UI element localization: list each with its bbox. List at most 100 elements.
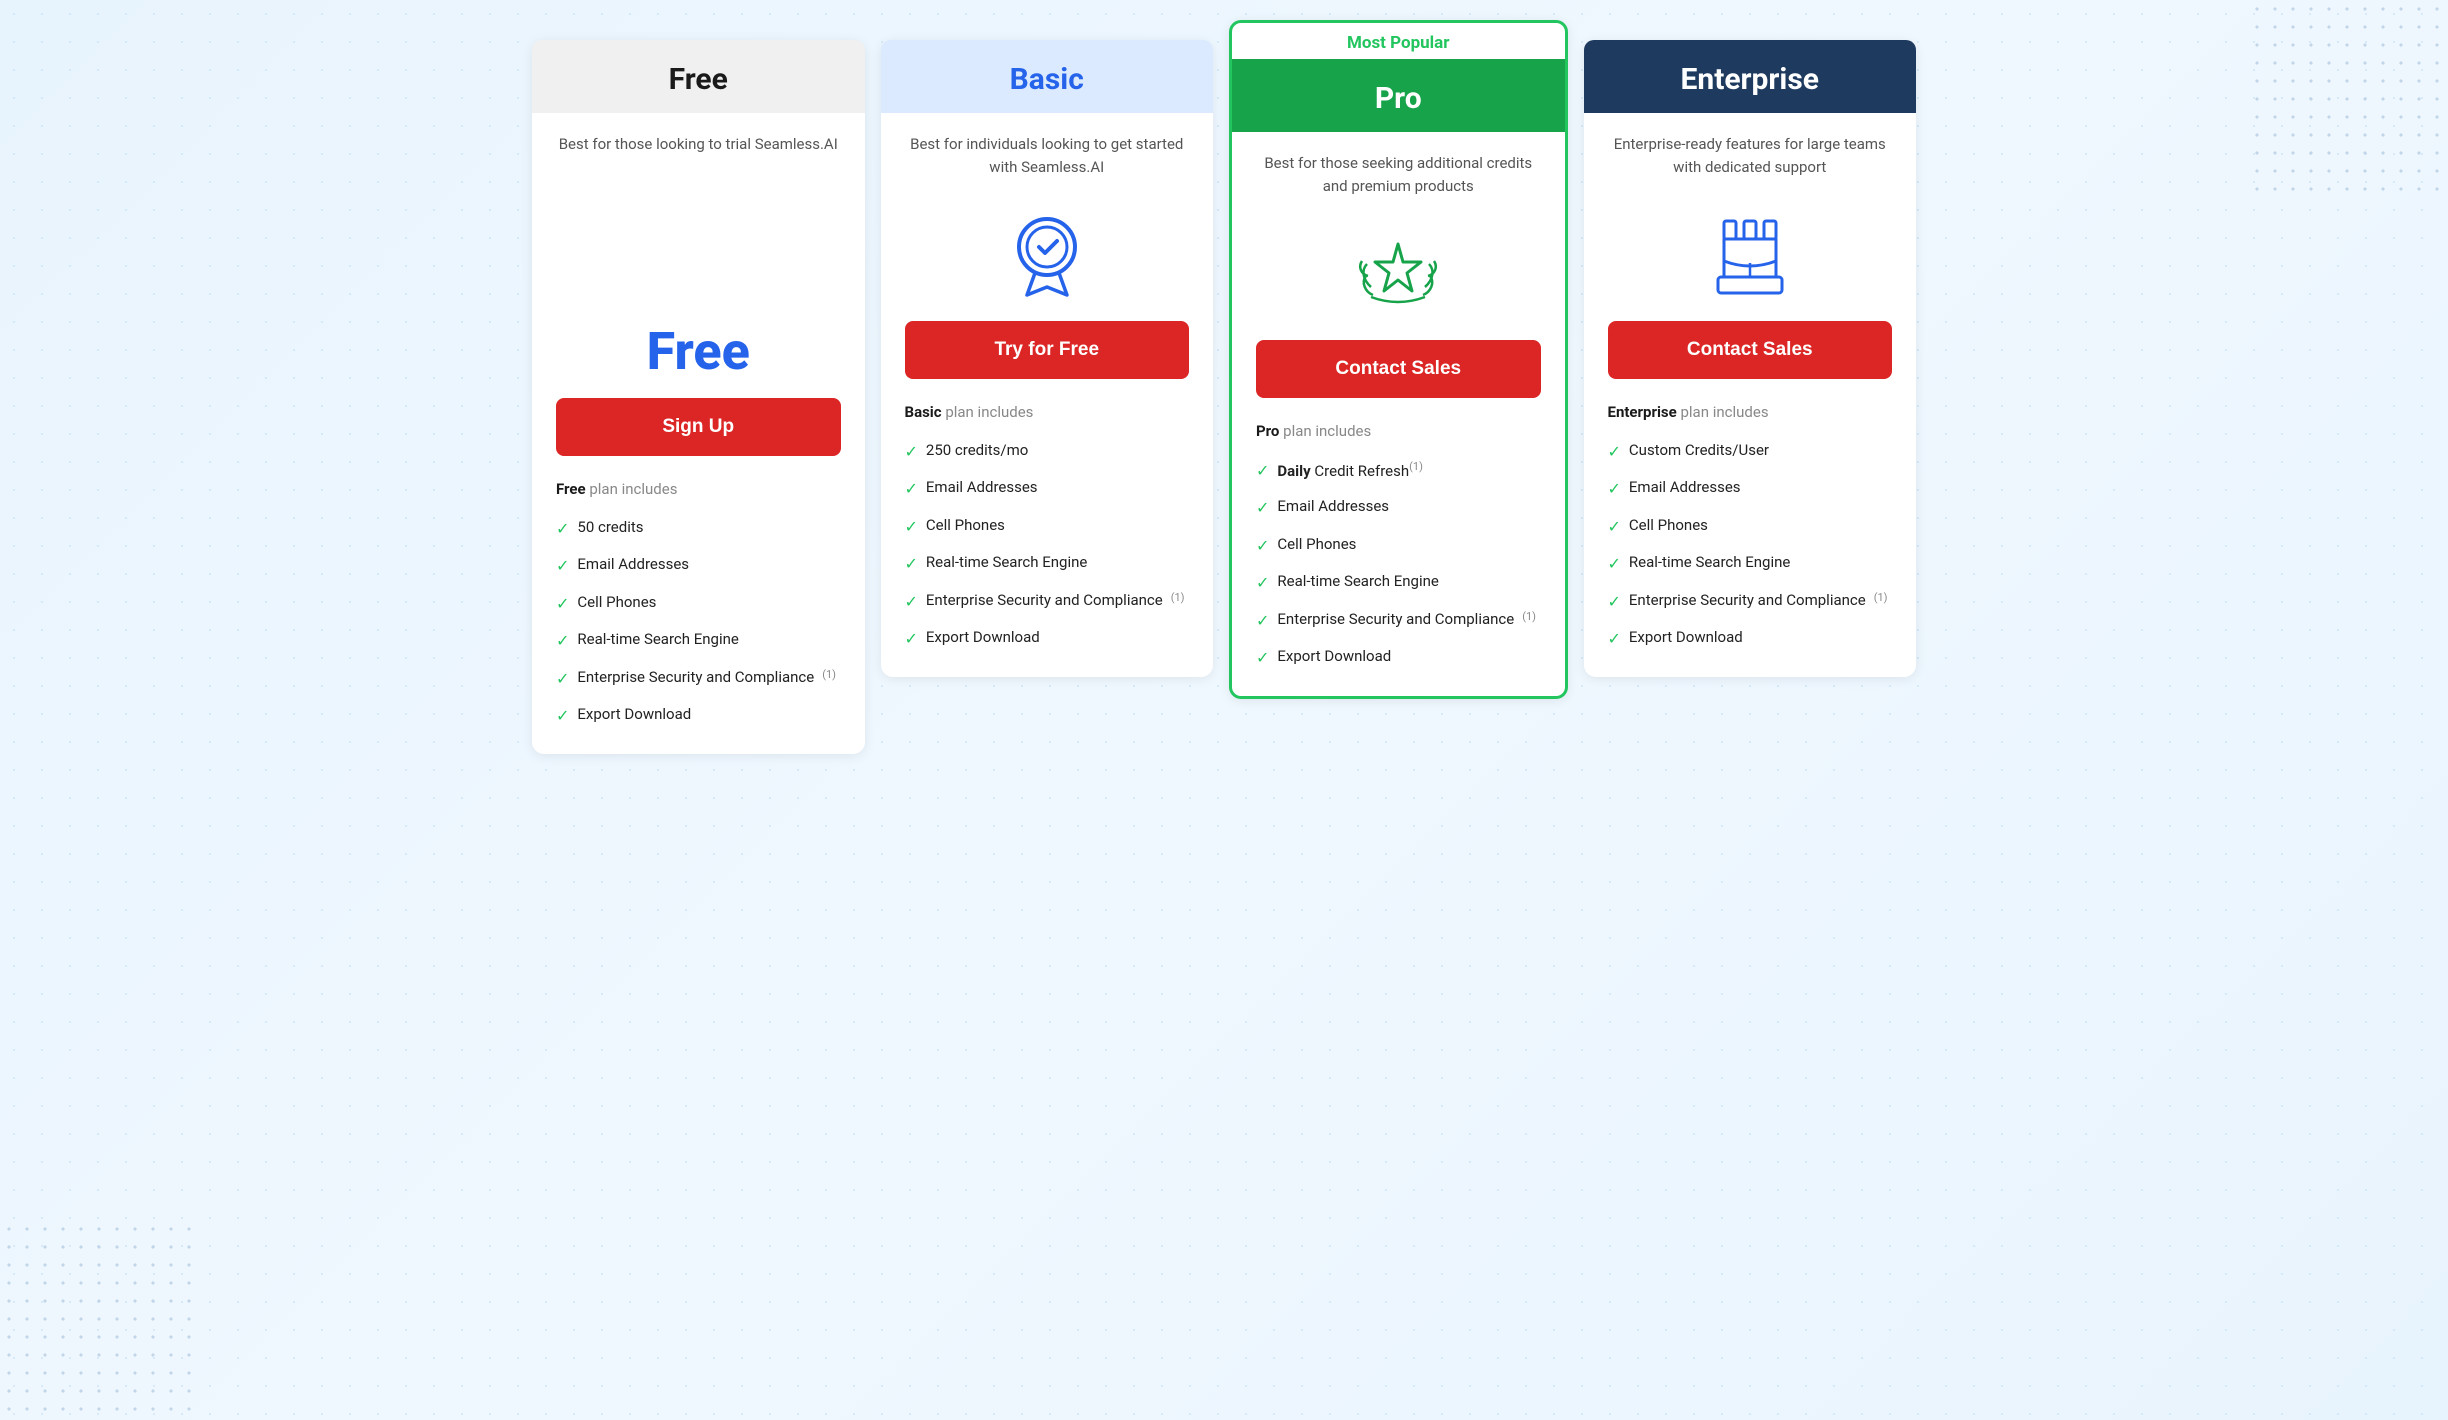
check-icon: ✓	[905, 553, 918, 575]
feature-sup: (1)	[1522, 609, 1536, 624]
free-plan-price: Free	[556, 321, 841, 382]
list-item: ✓ Cell Phones	[1256, 527, 1541, 564]
enterprise-includes-label: Enterprise plan includes	[1608, 403, 1893, 421]
feature-text: Cell Phones	[577, 592, 656, 613]
feature-sup: (1)	[822, 667, 836, 682]
list-item: ✓ Enterprise Security and Compliance (1)	[905, 583, 1190, 620]
feature-text: Cell Phones	[926, 515, 1005, 536]
feature-text: Cell Phones	[1629, 515, 1708, 536]
list-item: ✓ Real-time Search Engine	[556, 622, 841, 659]
check-icon: ✓	[905, 441, 918, 463]
check-icon: ✓	[1256, 497, 1269, 519]
free-plan-card: Free Best for those looking to trial Sea…	[532, 40, 865, 754]
pro-feature-list: ✓Daily Credit Refresh(1) ✓Email Addresse…	[1256, 452, 1541, 676]
basic-cta-button[interactable]: Try for Free	[905, 321, 1190, 379]
pro-includes-label: Pro plan includes	[1256, 422, 1541, 440]
feature-text: Cell Phones	[1277, 534, 1356, 555]
enterprise-cta-button[interactable]: Contact Sales	[1608, 321, 1893, 379]
basic-feature-list: ✓ 250 credits/mo ✓ Email Addresses ✓ Cell P…	[905, 433, 1190, 657]
free-plan-header: Free	[532, 40, 865, 113]
pro-plan-body: Best for those seeking additional credit…	[1232, 132, 1565, 696]
list-item: ✓ Cell Phones	[556, 585, 841, 622]
free-cta-button[interactable]: Sign Up	[556, 398, 841, 456]
list-item: ✓Daily Credit Refresh(1)	[1256, 452, 1541, 489]
enterprise-plan-name: Enterprise	[1604, 62, 1897, 97]
basic-includes-bold: Basic	[905, 403, 942, 421]
check-icon: ✓	[1608, 628, 1621, 650]
feature-sup: (1)	[1171, 590, 1185, 605]
list-item: ✓Enterprise Security and Compliance(1)	[1256, 602, 1541, 639]
pro-includes-bold: Pro	[1256, 422, 1279, 440]
check-icon: ✓	[1608, 441, 1621, 463]
check-icon: ✓	[1256, 572, 1269, 594]
list-item: ✓Export Download	[905, 620, 1190, 657]
feature-text: Enterprise Security and Compliance	[926, 590, 1163, 611]
enterprise-plan-body: Enterprise-ready features for large team…	[1584, 113, 1917, 677]
enterprise-plan-description: Enterprise-ready features for large team…	[1608, 133, 1893, 193]
check-icon: ✓	[1608, 478, 1621, 500]
check-icon: ✓	[556, 593, 569, 615]
free-plan-name: Free	[552, 62, 845, 97]
list-item: ✓ Real-time Search Engine	[905, 545, 1190, 582]
list-item: ✓ Export Download	[1256, 639, 1541, 676]
check-icon: ✓	[556, 668, 569, 690]
basic-plan-body: Best for individuals looking to get star…	[881, 113, 1214, 677]
basic-plan-name: Basic	[901, 62, 1194, 97]
list-item: ✓50 credits	[556, 510, 841, 547]
feature-text: Export Download	[1277, 646, 1391, 667]
feature-text: Email Addresses	[577, 554, 689, 575]
free-includes-bold: Free	[556, 480, 586, 498]
check-icon: ✓	[556, 705, 569, 727]
free-plan-icon	[556, 213, 841, 303]
check-icon: ✓	[905, 591, 918, 613]
check-icon: ✓	[556, 518, 569, 540]
check-icon: ✓	[556, 630, 569, 652]
basic-includes-text: plan includes	[945, 403, 1033, 421]
check-icon: ✓	[1256, 647, 1269, 669]
list-item: ✓ 250 credits/mo	[905, 433, 1190, 470]
list-item: ✓ Real-time Search Engine	[1608, 545, 1893, 582]
enterprise-plan-icon	[1608, 213, 1893, 303]
feature-text: Real-time Search Engine	[577, 629, 738, 650]
list-item: ✓Enterprise Security and Compliance(1)	[1608, 583, 1893, 620]
enterprise-plan-card: Enterprise Enterprise-ready features for…	[1584, 40, 1917, 677]
feature-sup: (1)	[1409, 460, 1423, 473]
check-icon: ✓	[1608, 553, 1621, 575]
feature-text: Daily Credit Refresh(1)	[1277, 459, 1423, 482]
pro-plan-icon	[1256, 232, 1541, 322]
list-item: ✓ Export Download	[1608, 620, 1893, 657]
check-icon: ✓	[905, 516, 918, 538]
feature-text: Real-time Search Engine	[926, 552, 1087, 573]
feature-text: Enterprise Security and Compliance	[1629, 590, 1866, 611]
list-item: ✓ Enterprise Security and Compliance (1)	[556, 660, 841, 697]
list-item: ✓ Email Addresses	[556, 547, 841, 584]
list-item: ✓Custom Credits/User	[1608, 433, 1893, 470]
free-plan-body: Best for those looking to trial Seamless…	[532, 113, 865, 754]
check-icon: ✓	[556, 555, 569, 577]
feature-text: 250 credits/mo	[926, 440, 1028, 461]
feature-text: Enterprise Security and Compliance	[577, 667, 814, 688]
feature-text: Email Addresses	[1277, 496, 1389, 517]
check-icon: ✓	[1256, 535, 1269, 557]
basic-plan-header: Basic	[881, 40, 1214, 113]
feature-text: Real-time Search Engine	[1277, 571, 1438, 592]
free-plan-description: Best for those looking to trial Seamless…	[556, 133, 841, 193]
feature-text: Real-time Search Engine	[1629, 552, 1790, 573]
pro-plan-header: Pro	[1232, 59, 1565, 132]
basic-plan-icon	[905, 213, 1190, 303]
free-includes-label: Free plan includes	[556, 480, 841, 498]
feature-text: Export Download	[1629, 627, 1743, 648]
enterprise-plan-header: Enterprise	[1584, 40, 1917, 113]
feature-text: Email Addresses	[926, 477, 1038, 498]
basic-plan-card: Basic Best for individuals looking to ge…	[881, 40, 1214, 677]
check-icon: ✓	[905, 478, 918, 500]
basic-includes-label: Basic plan includes	[905, 403, 1190, 421]
enterprise-feature-list: ✓Custom Credits/User ✓Email Addresses ✓C…	[1608, 433, 1893, 657]
pricing-container: Free Best for those looking to trial Sea…	[524, 40, 1924, 754]
pro-cta-button[interactable]: Contact Sales	[1256, 340, 1541, 398]
check-icon: ✓	[905, 628, 918, 650]
free-includes-text: plan includes	[589, 480, 677, 498]
daily-bold: Daily	[1277, 462, 1310, 480]
enterprise-includes-text: plan includes	[1680, 403, 1768, 421]
list-item: ✓ Email Addresses	[905, 470, 1190, 507]
